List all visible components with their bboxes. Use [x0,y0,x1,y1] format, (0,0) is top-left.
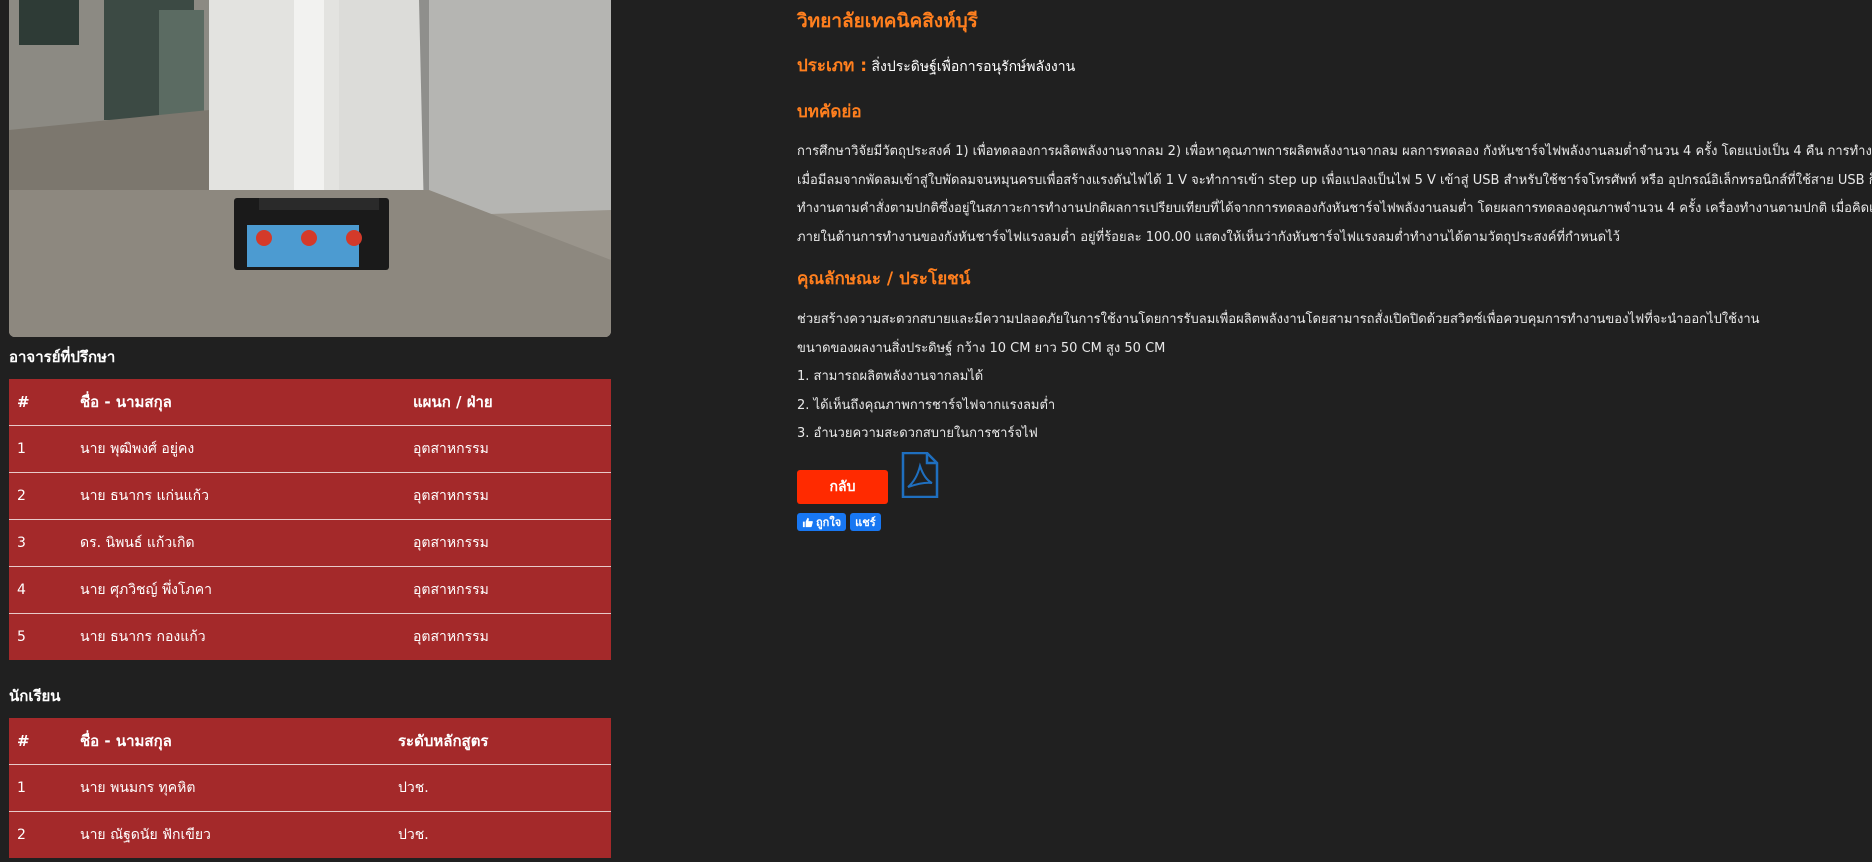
cell-department: อุตสาหกรรม [405,566,611,614]
table-row: 2 นาย ณัฐดนัย ฟักเขียว ปวช. [9,812,611,859]
project-type-label: ประเภท : [797,56,867,76]
cell-department: อุตสาหกรรม [405,472,611,520]
col-header-number: # [9,379,72,426]
students-table: # ชื่อ - นามสกุล ระดับหลักสูตร 1 นาย พนม… [9,718,611,858]
table-row: 2 นาย ธนากร แก่นแก้ว อุตสาหกรรม [9,472,611,520]
abstract-text: การศึกษาวิจัยมีวัตถุประสงค์ 1) เพื่อทดลอ… [797,138,1872,252]
features-line: 1. สามารถผลิตพลังงานจากลมได้ [797,369,984,384]
students-title: นักเรียน [9,687,61,705]
project-type: ประเภท : สิ่งประดิษฐ์เพื่อการอนุรักษ์พลั… [797,52,1075,79]
project-type-value: สิ่งประดิษฐ์เพื่อการอนุรักษ์พลังงาน [871,59,1076,75]
college-name: วิทยาลัยเทคนิคสิงห์บุรี [797,10,978,32]
cell-number: 2 [17,827,26,843]
pdf-icon[interactable] [900,452,940,498]
cell-number: 1 [9,764,72,812]
cell-department: อุตสาหกรรม [413,629,489,645]
features-text: ช่วยสร้างความสะดวกสบายและมีความปลอดภัยใน… [797,306,1760,449]
table-header-row: # ชื่อ - นามสกุล แผนก / ฝ่าย [9,379,611,426]
col-header-number: # [9,718,72,765]
table-row: 1 นาย พนมกร ทุคหิต ปวช. [9,764,611,812]
advisors-table: # ชื่อ - นามสกุล แผนก / ฝ่าย 1 นาย พุฒิพ… [9,379,611,660]
col-header-department: แผนก / ฝ่าย [405,379,611,426]
abstract-heading: บทคัดย่อ [797,102,862,122]
like-button[interactable]: ถูกใจ [797,513,847,531]
features-line: 3. อำนวยความสะดวกสบายในการชาร์จไฟ [797,426,1038,441]
abstract-line: ทำงานตามคำสั่งตามปกติซึ่งอยู่ในสภาวะการท… [797,201,1872,216]
table-row: 1 นาย พุฒิพงศ์ อยู่คง อุตสาหกรรม [9,425,611,473]
cell-name: นาย ศุภวิชญ์ พึ่งโภคา [72,566,405,614]
table-header-row: # ชื่อ - นามสกุล ระดับหลักสูตร [9,718,611,765]
cell-name: นาย พนมกร ทุคหิต [72,764,390,812]
col-header-name: ชื่อ - นามสกุล [72,379,405,426]
features-line: ขนาดของผลงานสิ่งประดิษฐ์ กว้าง 10 CM ยาว… [797,340,1166,356]
cell-number: 5 [17,629,26,645]
cell-number: 4 [9,566,72,614]
share-button[interactable]: แชร์ [850,513,881,531]
cell-department: อุตสาหกรรม [405,425,611,473]
cell-level: ปวช. [390,764,611,812]
cell-name: นาย ณัฐดนัย ฟักเขียว [80,827,211,843]
col-header-name: ชื่อ - นามสกุล [72,718,390,765]
back-button[interactable]: กลับ [797,470,888,504]
cell-name: นาย พุฒิพงศ์ อยู่คง [72,425,405,473]
abstract-line: เมื่อมีลมจากพัดลมเข้าสู่ใบพัดลมจนหมุนครบ… [797,172,1872,188]
table-row: 5 นาย ธนากร กองแก้ว อุตสาหกรรม [9,614,611,661]
cell-level: ปวช. [398,827,429,843]
like-label: ถูกใจ [816,516,842,529]
cell-number: 1 [9,425,72,473]
table-row: 4 นาย ศุภวิชญ์ พึ่งโภคา อุตสาหกรรม [9,566,611,614]
facebook-buttons: ถูกใจ แชร์ [797,513,881,531]
project-photo [9,0,611,337]
cell-number: 3 [9,519,72,567]
table-row: 3 ดร. นิพนธ์ แก้วเกิด อุตสาหกรรม [9,519,611,567]
features-line: 2. ได้เห็นถึงคุณภาพการชาร์จไฟจากแรงลมต่ำ [797,397,1056,413]
advisors-title: อาจารย์ที่ปรึกษา [9,348,116,366]
abstract-line: ภายในด้านการทำงานของกังหันชาร์จไฟแรงลมต่… [797,229,1620,245]
cell-name: นาย ธนากร แก่นแก้ว [72,472,405,520]
features-heading: คุณลักษณะ / ประโยชน์ [797,269,971,289]
features-line: ช่วยสร้างความสะดวกสบายและมีความปลอดภัยใน… [797,312,1760,327]
cell-name: ดร. นิพนธ์ แก้วเกิด [72,519,405,567]
cell-department: อุตสาหกรรม [405,519,611,567]
thumbs-up-icon [802,517,813,527]
cell-name: นาย ธนากร กองแก้ว [80,629,206,645]
cell-number: 2 [9,472,72,520]
abstract-line: การศึกษาวิจัยมีวัตถุประสงค์ 1) เพื่อทดลอ… [797,144,1872,159]
col-header-level: ระดับหลักสูตร [390,718,611,765]
